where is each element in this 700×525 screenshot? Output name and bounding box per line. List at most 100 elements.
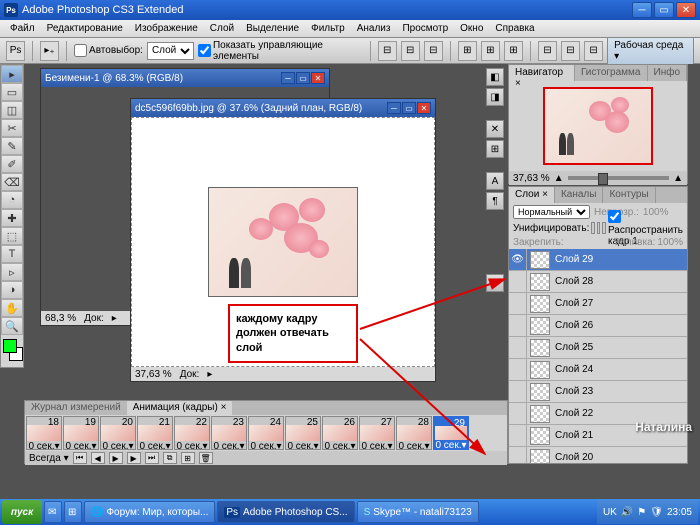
layer-thumbnail[interactable] (530, 361, 550, 379)
panel-icon[interactable]: ◐ (486, 274, 504, 292)
move-tool-icon[interactable]: ▸₊ (40, 41, 59, 61)
lang-indicator[interactable]: UK (603, 507, 617, 518)
tab-animation[interactable]: Анимация (кадры) × (127, 401, 233, 415)
visibility-icon[interactable] (509, 425, 527, 447)
animation-frame[interactable]: 190 сек.▾ (63, 416, 99, 450)
layer-thumbnail[interactable] (530, 339, 550, 357)
tab-info[interactable]: Инфо (648, 65, 688, 81)
quicklaunch[interactable]: ⊞ (64, 501, 82, 523)
distribute-icon[interactable]: ⊟ (538, 41, 557, 61)
taskbar-item[interactable]: SSkype™ - natali73123 (357, 501, 479, 523)
layer-thumbnail[interactable] (530, 383, 550, 401)
workspace-button[interactable]: Рабочая среда ▾ (607, 37, 694, 65)
layer-thumbnail[interactable] (530, 295, 550, 313)
menu-Слой[interactable]: Слой (204, 23, 240, 34)
tab-navigator[interactable]: Навигатор × (509, 65, 575, 81)
menu-Изображение[interactable]: Изображение (129, 23, 204, 34)
menu-Выделение[interactable]: Выделение (240, 23, 305, 34)
layer-row[interactable]: Слой 28 (509, 271, 687, 293)
animation-frame[interactable]: 240 сек.▾ (248, 416, 284, 450)
navigator-thumbnail[interactable] (543, 87, 653, 165)
autoselect-checkbox[interactable]: Автовыбор: (74, 44, 143, 57)
layer-name[interactable]: Слой 28 (553, 276, 593, 287)
align-icon[interactable]: ⊟ (401, 41, 420, 61)
layer-name[interactable]: Слой 29 (553, 254, 593, 265)
layer-thumbnail[interactable] (530, 317, 550, 335)
tool-4[interactable]: ✎ (1, 137, 23, 155)
layer-thumbnail[interactable] (530, 273, 550, 291)
layer-thumbnail[interactable] (530, 427, 550, 445)
quicklaunch[interactable]: ✉ (44, 501, 62, 523)
layer-name[interactable]: Слой 26 (553, 320, 593, 331)
animation-frame[interactable]: 180 сек.▾ (26, 416, 62, 450)
layer-row[interactable]: Слой 20 (509, 447, 687, 463)
animation-frame[interactable]: 280 сек.▾ (396, 416, 432, 450)
tool-12[interactable]: ◑ (1, 281, 23, 299)
layer-name[interactable]: Слой 24 (553, 364, 593, 375)
last-frame-icon[interactable]: ⏭ (145, 452, 159, 464)
layer-name[interactable]: Слой 27 (553, 298, 593, 309)
tray-icon[interactable]: 🔊 (621, 507, 633, 518)
taskbar-item[interactable]: 🌐Форум: Мир, которы... (84, 501, 215, 523)
minimize-button[interactable]: ─ (632, 2, 652, 18)
doc1-zoom[interactable]: 68,3 % (45, 313, 76, 324)
new-frame-icon[interactable]: ⊞ (181, 452, 195, 464)
layer-row[interactable]: 👁Слой 29 (509, 249, 687, 271)
layer-row[interactable]: Слой 26 (509, 315, 687, 337)
menu-Файл[interactable]: Файл (4, 23, 41, 34)
zoom-in-icon[interactable]: ▲ (673, 173, 683, 184)
layer-row[interactable]: Слой 23 (509, 381, 687, 403)
layer-row[interactable]: Слой 24 (509, 359, 687, 381)
tool-3[interactable]: ✂ (1, 119, 23, 137)
close-button[interactable]: ✕ (676, 2, 696, 18)
nav-zoom[interactable]: 37,63 % (513, 173, 550, 184)
doc-close-icon[interactable]: ✕ (417, 102, 431, 114)
visibility-icon[interactable] (509, 337, 527, 359)
tab-histogram[interactable]: Гистограмма (575, 65, 648, 81)
zoom-slider[interactable] (568, 176, 669, 180)
animation-frame[interactable]: 290 сек.▾ (433, 416, 469, 450)
doc-close-icon[interactable]: ✕ (311, 72, 325, 84)
tab-layers[interactable]: Слои × (509, 187, 555, 203)
taskbar-item[interactable]: PsAdobe Photoshop CS... (217, 501, 354, 523)
doc-min-icon[interactable]: ─ (387, 102, 401, 114)
layer-row[interactable]: Слой 25 (509, 337, 687, 359)
animation-frame[interactable]: 220 сек.▾ (174, 416, 210, 450)
show-controls-checkbox[interactable]: Показать управляющие элементы (198, 40, 363, 62)
layer-name[interactable]: Слой 25 (553, 342, 593, 353)
distribute-icon[interactable]: ⊟ (561, 41, 580, 61)
animation-frame[interactable]: 270 сек.▾ (359, 416, 395, 450)
visibility-icon[interactable] (509, 293, 527, 315)
menu-Фильтр[interactable]: Фильтр (305, 23, 351, 34)
zoom-out-icon[interactable]: ▲ (554, 173, 564, 184)
panel-icon[interactable]: ¶ (486, 192, 504, 210)
tool-14[interactable]: 🔍 (1, 317, 23, 335)
tool-7[interactable]: ◔ (1, 191, 23, 209)
first-frame-icon[interactable]: ⏮ (73, 452, 87, 464)
animation-frame[interactable]: 200 сек.▾ (100, 416, 136, 450)
tab-paths[interactable]: Контуры (603, 187, 655, 203)
tool-2[interactable]: ◫ (1, 101, 23, 119)
ps-button[interactable]: Ps (6, 41, 25, 61)
tab-channels[interactable]: Каналы (555, 187, 604, 203)
align-icon[interactable]: ⊟ (378, 41, 397, 61)
animation-frame[interactable]: 230 сек.▾ (211, 416, 247, 450)
distribute-icon[interactable]: ⊟ (584, 41, 603, 61)
visibility-icon[interactable] (509, 315, 527, 337)
visibility-icon[interactable] (509, 447, 527, 464)
tool-10[interactable]: T (1, 245, 23, 263)
layer-name[interactable]: Слой 22 (553, 408, 593, 419)
tool-5[interactable]: ✐ (1, 155, 23, 173)
system-tray[interactable]: UK 🔊 ⚑ 🛡 23:05 (597, 500, 698, 524)
autoselect-select[interactable]: Слой (147, 42, 194, 60)
doc2-zoom[interactable]: 37,63 % (135, 369, 172, 380)
animation-frame[interactable]: 250 сек.▾ (285, 416, 321, 450)
unify-icon[interactable] (597, 222, 601, 234)
tool-9[interactable]: ⬚ (1, 227, 23, 245)
maximize-button[interactable]: ▭ (654, 2, 674, 18)
menu-Просмотр[interactable]: Просмотр (396, 23, 454, 34)
tool-0[interactable]: ▸ (1, 65, 23, 83)
layer-row[interactable]: Слой 27 (509, 293, 687, 315)
layer-thumbnail[interactable] (530, 449, 550, 464)
animation-frame[interactable]: 210 сек.▾ (137, 416, 173, 450)
